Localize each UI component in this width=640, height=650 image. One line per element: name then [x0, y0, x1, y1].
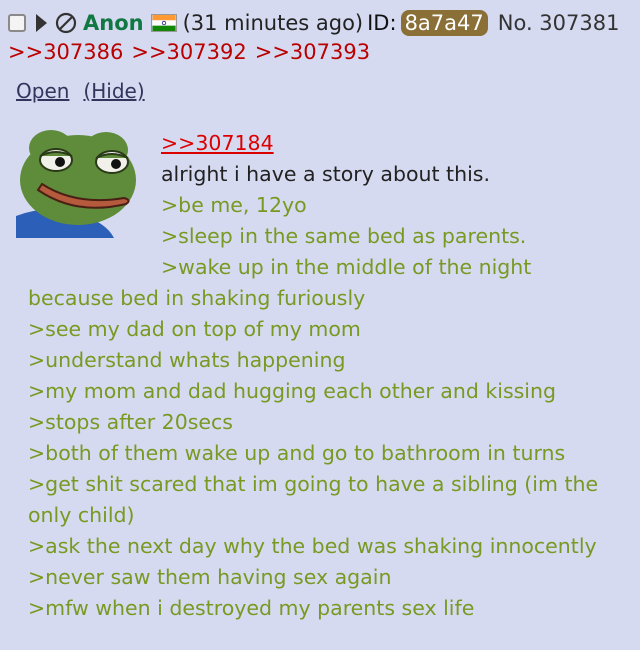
reply-link[interactable]: >>307393 [255, 40, 370, 64]
greentext-line: >sleep in the same bed as parents. [161, 224, 527, 248]
post-time: (31 minutes ago) [182, 11, 364, 35]
post-body: >>307184 alright i have a story about th… [28, 128, 628, 624]
reply-link[interactable]: >>307392 [131, 40, 246, 64]
greentext-line: >ask the next day why the bed was shakin… [28, 534, 597, 558]
india-flag-icon [150, 14, 177, 32]
post-text-line: alright i have a story about this. [161, 162, 490, 186]
greentext-line: >be me, 12yo [161, 193, 307, 217]
greentext-line: >get shit scared that im going to have a… [28, 472, 599, 496]
no-sign-icon[interactable] [55, 12, 77, 34]
poster-name[interactable]: Anon [83, 11, 144, 35]
select-checkbox[interactable] [8, 14, 26, 32]
greentext-line: only child) [28, 503, 135, 527]
post-header: Anon (31 minutes ago) ID: 8a7a47 No. 307… [8, 8, 619, 38]
greentext-line: >both of them wake up and go to bathroom… [28, 441, 566, 465]
reply-links: >>307386 >>307392 >>307393 [8, 40, 378, 64]
greentext-line: >mfw when i destroyed my parents sex lif… [28, 596, 475, 620]
quote-link[interactable]: >>307184 [161, 131, 274, 155]
greentext-line: >see my dad on top of my mom [28, 317, 361, 341]
greentext-line: >stops after 20secs [28, 410, 233, 434]
poster-id-badge[interactable]: 8a7a47 [400, 10, 488, 36]
greentext-line: >wake up in the middle of the night [161, 255, 532, 279]
id-label: ID: [367, 11, 397, 35]
hide-link[interactable]: (Hide) [83, 79, 144, 103]
open-link[interactable]: Open [16, 79, 69, 103]
post-number[interactable]: No. 307381 [498, 11, 620, 35]
image-controls: Open (Hide) [16, 79, 159, 103]
post-container: Anon (31 minutes ago) ID: 8a7a47 No. 307… [0, 0, 640, 650]
greentext-line: >understand whats happening [28, 348, 346, 372]
greentext-line: >my mom and dad hugging each other and k… [28, 379, 557, 403]
greentext-line: because bed in shaking furiously [28, 286, 366, 310]
greentext-line: >never saw them having sex again [28, 565, 392, 589]
reply-link[interactable]: >>307386 [8, 40, 123, 64]
expand-arrow-icon[interactable] [36, 14, 47, 32]
